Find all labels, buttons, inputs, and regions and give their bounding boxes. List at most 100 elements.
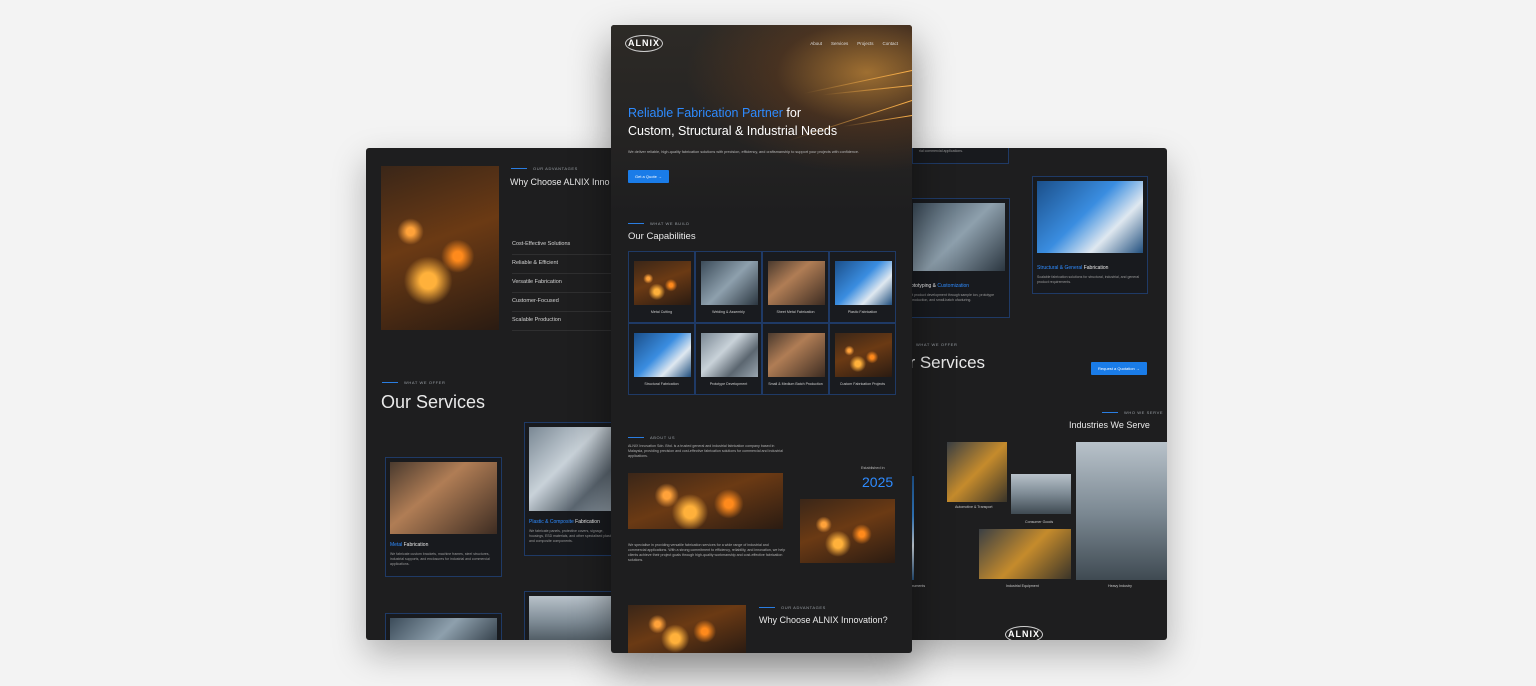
- capability-welding[interactable]: Welding & Assembly: [695, 251, 762, 323]
- request-quotation-button[interactable]: Request a Quotation →: [1091, 362, 1147, 375]
- industry-tile[interactable]: Automotive & Transport: [947, 442, 1007, 509]
- right-page-preview: rial commercial applications. ototyping …: [900, 148, 1167, 640]
- capability-batch[interactable]: Small & Medium Batch Production: [762, 323, 829, 395]
- about-sparks-photo: [628, 473, 783, 529]
- top-nav: ALNIX About Services Projects Contact: [625, 34, 898, 52]
- showcase-stage: OUR ADVANTAGES Why Choose ALNIX Inno Cos…: [0, 0, 1536, 686]
- service-card-desc: rial commercial applications.: [919, 149, 963, 153]
- hero-subtitle: We deliver reliable, high-quality fabric…: [628, 150, 860, 154]
- capability-label: Small & Medium Batch Production: [768, 382, 823, 386]
- prototype-photo: [701, 333, 758, 377]
- nav-about[interactable]: About: [810, 41, 822, 46]
- capability-prototype[interactable]: Prototype Development: [695, 323, 762, 395]
- why-choose-heading: Why Choose ALNIX Inno: [510, 177, 610, 187]
- hero-section: ALNIX About Services Projects Contact Re…: [611, 25, 912, 215]
- capability-label: Welding & Assembly: [712, 310, 745, 314]
- advantage-item: Versatile Fabrication: [512, 274, 622, 293]
- service-card-prototyping[interactable]: ototyping & Customization rt product dev…: [900, 198, 1010, 318]
- structural-fabrication-photo: [1037, 181, 1143, 253]
- service-card-desc: We fabricate custom brackets, machine fr…: [390, 552, 490, 566]
- service-photo: [529, 596, 622, 640]
- why-choose-heading: Why Choose ALNIX Innovation?: [759, 615, 888, 625]
- left-page-preview: OUR ADVANTAGES Why Choose ALNIX Inno Cos…: [366, 148, 622, 640]
- service-card-metal[interactable]: Metal Fabrication We fabricate custom br…: [385, 457, 502, 577]
- industries-heading: Industries We Serve: [1069, 420, 1150, 430]
- industry-label: Consumer Goods: [1025, 520, 1054, 524]
- services-eyebrow: WHAT WE OFFER: [382, 380, 445, 385]
- service-card-title: ototyping & Customization: [911, 283, 970, 289]
- service-card-desc: rt product development through sample io…: [911, 293, 995, 302]
- industry-photo: [979, 529, 1071, 579]
- capability-sheet-metal[interactable]: Sheet Metal Fabrication: [762, 251, 829, 323]
- service-card-desc: Scalable fabrication solutions for struc…: [1037, 275, 1140, 284]
- services-eyebrow: WHAT WE OFFER: [916, 342, 958, 347]
- industry-label: Industrial Equipment: [1006, 584, 1039, 588]
- footer-logo[interactable]: ALNIX: [1005, 626, 1043, 640]
- structural-photo: [634, 333, 691, 377]
- capability-label: Structural Fabrication: [644, 382, 679, 386]
- about-text-secondary: We specialise in providing versatile fab…: [628, 543, 786, 563]
- industry-tile[interactable]: Industrial Equipment: [979, 529, 1071, 588]
- service-card-title: Structural & General Fabrication: [1037, 265, 1109, 271]
- metal-cutting-photo: [634, 261, 691, 305]
- service-card-structural[interactable]: Structural & General Fabrication Scalabl…: [1032, 176, 1148, 294]
- capability-label: Metal Cutting: [650, 310, 673, 314]
- service-card-desc: We fabricate panels, protective covers, …: [529, 529, 614, 543]
- industry-tile[interactable]: Consumer Goods: [1011, 474, 1071, 524]
- sheet-metal-photo: [768, 261, 825, 305]
- hero-title: Reliable Fabrication Partner for Custom, …: [628, 106, 838, 138]
- capability-label: Plastic Fabrication: [847, 310, 878, 314]
- service-card-partial[interactable]: rial commercial applications.: [912, 148, 1009, 164]
- capabilities-heading: Our Capabilities: [628, 231, 696, 242]
- industry-tile[interactable]: Heavy Industry: [1076, 442, 1167, 588]
- capability-label: Custom Fabrication Projects: [839, 382, 886, 386]
- grinder-sparks-photo: [381, 166, 499, 330]
- prototyping-photo: [913, 203, 1005, 271]
- welding-photo: [701, 261, 758, 305]
- established-label: Established in: [861, 466, 885, 470]
- capability-label: Prototype Development: [709, 382, 748, 386]
- nav-contact[interactable]: Contact: [882, 41, 898, 46]
- nav-links: About Services Projects Contact: [810, 41, 898, 46]
- service-card-partial[interactable]: [524, 591, 622, 640]
- industry-label: Heavy Industry: [1108, 584, 1132, 588]
- industry-photo: [1011, 474, 1071, 514]
- advantage-item: Reliable & Efficient: [512, 255, 622, 274]
- service-card-partial[interactable]: [385, 613, 502, 640]
- established-year: 2025: [862, 474, 894, 490]
- get-quote-button[interactable]: Get a Quote →: [628, 170, 669, 183]
- metal-fabrication-photo: [390, 462, 497, 534]
- advantage-item: Cost-Effective Solutions: [512, 236, 622, 255]
- capability-structural[interactable]: Structural Fabrication: [628, 323, 695, 395]
- service-photo: [390, 618, 497, 640]
- plastic-photo: [835, 261, 892, 305]
- industry-photo: [1076, 442, 1167, 580]
- advantages-eyebrow: OUR ADVANTAGES: [511, 166, 578, 171]
- services-heading: Our Services: [381, 392, 486, 412]
- about-eyebrow: ABOUT US: [628, 435, 675, 440]
- batch-production-photo: [768, 333, 825, 377]
- capability-plastic[interactable]: Plastic Fabrication: [829, 251, 896, 323]
- nav-projects[interactable]: Projects: [857, 41, 873, 46]
- plastic-fabrication-photo: [529, 427, 622, 511]
- services-heading: ur Services: [900, 353, 986, 372]
- advantages-list: Cost-Effective Solutions Reliable & Effi…: [512, 236, 622, 331]
- advantage-item: Customer-Focused: [512, 293, 622, 312]
- service-card-title: Plastic & Composite Fabrication: [529, 519, 600, 525]
- capability-metal-cutting[interactable]: Metal Cutting: [628, 251, 695, 323]
- site-logo[interactable]: ALNIX: [625, 34, 663, 52]
- capability-label: Sheet Metal Fabrication: [776, 310, 815, 314]
- service-card-plastic[interactable]: Plastic & Composite Fabrication We fabri…: [524, 422, 622, 556]
- capability-custom[interactable]: Custom Fabrication Projects: [829, 323, 896, 395]
- industry-photo: [947, 442, 1007, 502]
- welding-sparks-photo: [800, 499, 895, 563]
- industry-label: Automotive & Transport: [955, 505, 993, 509]
- about-text: ALNIX Innovation Sdn. Bhd. is a trusted …: [628, 444, 783, 459]
- capabilities-grid: Metal Cutting Welding & Assembly Sheet M…: [628, 251, 896, 395]
- advantage-item: Scalable Production: [512, 312, 622, 331]
- advantages-eyebrow: OUR ADVANTAGES: [759, 605, 826, 610]
- industries-eyebrow: WHO WE SERVE: [1102, 410, 1163, 415]
- nav-services[interactable]: Services: [831, 41, 848, 46]
- custom-fabrication-photo: [835, 333, 892, 377]
- center-page-preview: ALNIX About Services Projects Contact Re…: [611, 25, 912, 653]
